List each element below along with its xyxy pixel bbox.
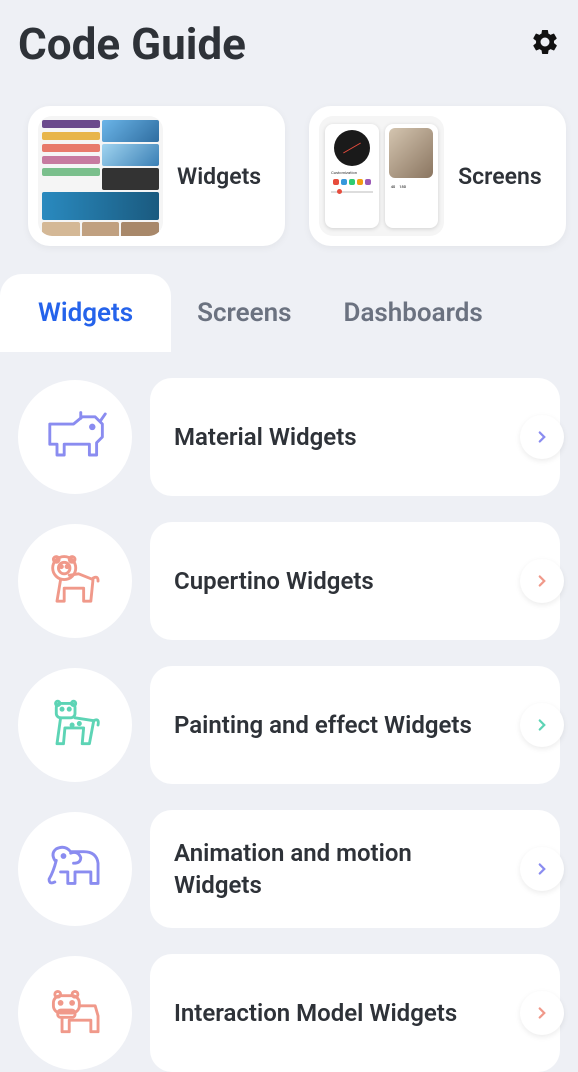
screens-thumbnail: Customization 40180	[319, 116, 444, 236]
carousel-card-widgets[interactable]: Widgets	[28, 106, 285, 246]
list-item[interactable]: Interaction Model Widgets	[18, 954, 560, 1072]
rhino-icon	[18, 380, 132, 494]
chevron-right-icon	[533, 572, 551, 590]
leopard-icon	[18, 668, 132, 782]
list-item-card: Cupertino Widgets	[150, 522, 560, 640]
tab-widgets[interactable]: Widgets	[0, 274, 171, 352]
elephant-icon	[18, 812, 132, 926]
list-item[interactable]: Cupertino Widgets	[18, 522, 560, 640]
hippo-icon	[18, 956, 132, 1070]
chevron-button[interactable]	[520, 703, 564, 747]
list-item[interactable]: Animation and motion Widgets	[18, 810, 560, 928]
tab-dashboards[interactable]: Dashboards	[318, 274, 509, 352]
list-item-card: Material Widgets	[150, 378, 560, 496]
chevron-button[interactable]	[520, 991, 564, 1035]
list-item-label: Interaction Model Widgets	[174, 997, 457, 1029]
widget-list: Material Widgets Cupertino Widgets	[0, 352, 578, 1072]
list-item-label: Material Widgets	[174, 421, 357, 453]
settings-button[interactable]	[530, 27, 560, 61]
tab-screens[interactable]: Screens	[171, 274, 317, 352]
chevron-right-icon	[533, 428, 551, 446]
chevron-button[interactable]	[520, 847, 564, 891]
list-item[interactable]: Material Widgets	[18, 378, 560, 496]
chevron-button[interactable]	[520, 415, 564, 459]
list-item-label: Animation and motion Widgets	[174, 837, 500, 902]
chevron-right-icon	[533, 1004, 551, 1022]
widgets-thumbnail	[38, 116, 163, 236]
carousel-card-label: Widgets	[177, 163, 271, 190]
list-item-card: Painting and effect Widgets	[150, 666, 560, 784]
list-item-label: Painting and effect Widgets	[174, 709, 472, 741]
carousel-card-screens[interactable]: Customization 40180 Screens	[309, 106, 566, 246]
category-carousel[interactable]: Widgets Customization 40180 Screens	[0, 78, 578, 274]
chevron-right-icon	[533, 860, 551, 878]
list-item[interactable]: Painting and effect Widgets	[18, 666, 560, 784]
tab-bar: Widgets Screens Dashboards	[0, 274, 578, 352]
list-item-card: Animation and motion Widgets	[150, 810, 560, 928]
chevron-right-icon	[533, 716, 551, 734]
list-item-label: Cupertino Widgets	[174, 565, 374, 597]
chevron-button[interactable]	[520, 559, 564, 603]
carousel-card-label: Screens	[458, 163, 552, 190]
list-item-card: Interaction Model Widgets	[150, 954, 560, 1072]
lion-icon	[18, 524, 132, 638]
page-title: Code Guide	[18, 18, 246, 70]
gear-icon	[530, 27, 560, 57]
